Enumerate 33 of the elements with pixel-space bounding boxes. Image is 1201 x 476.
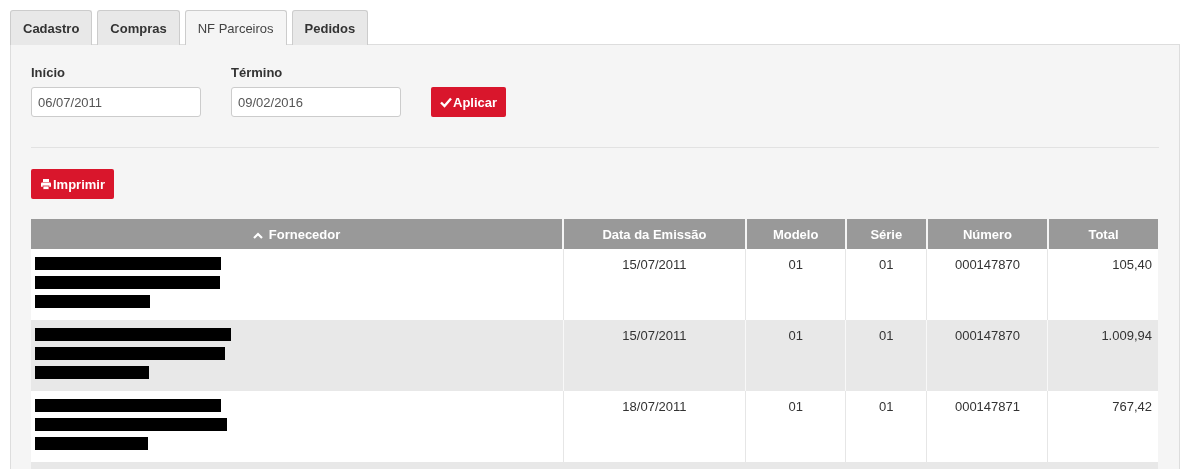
table-cell: 01 (845, 320, 927, 391)
date-field[interactable]: 09/02/2016 (231, 87, 401, 117)
table-cell: 000147870 (927, 249, 1048, 320)
column-header[interactable]: Fornecedor (31, 219, 564, 249)
tab[interactable]: NF Parceiros (184, 10, 287, 45)
column-header[interactable]: Série (845, 219, 927, 249)
print-button[interactable]: Imprimir (31, 169, 114, 199)
table-cell: 15/07/2011 (563, 249, 746, 320)
column-header[interactable]: Modelo (745, 219, 846, 249)
column-header[interactable]: Número (927, 219, 1048, 249)
table-cell: 000147870 (927, 320, 1048, 391)
table-cell: 000147871 (927, 391, 1048, 462)
field-label: Término (231, 65, 284, 80)
apply-button[interactable]: Aplicar (431, 87, 507, 117)
field-label: Início (31, 65, 66, 80)
tab[interactable]: Cadastro (10, 10, 93, 45)
column-header[interactable]: Total (1047, 219, 1158, 249)
table-cell: 01 (745, 320, 846, 391)
table-cell: 1.009,94 (1047, 320, 1158, 391)
table-cell: 15/07/2011 (563, 320, 746, 391)
table-cell: 767,42 (1047, 391, 1158, 462)
tab[interactable]: Pedidos (291, 10, 369, 45)
table-cell: 01 (745, 249, 846, 320)
table-cell: 18/07/2011 (563, 391, 746, 462)
column-header[interactable]: Data da Emissão (563, 219, 746, 249)
check-icon (440, 96, 452, 108)
table-cell: 01 (845, 391, 927, 462)
tab[interactable]: Compras (97, 10, 180, 45)
printer-icon (40, 178, 52, 190)
date-field[interactable]: 06/07/2011 (31, 87, 201, 117)
table-cell: 01 (745, 391, 846, 462)
table-cell: 01 (845, 249, 927, 320)
table-cell: 105,40 (1047, 249, 1158, 320)
